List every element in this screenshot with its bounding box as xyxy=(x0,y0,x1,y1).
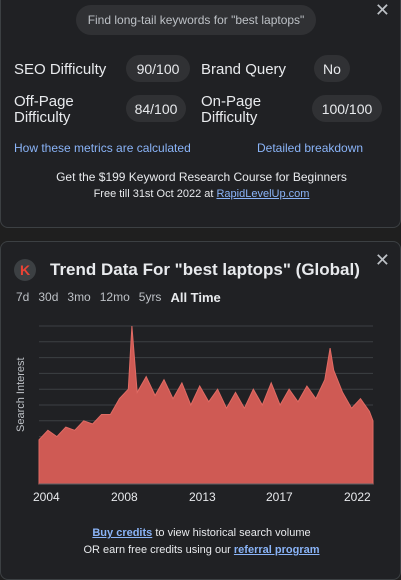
range-12mo[interactable]: 12mo xyxy=(100,290,130,305)
on-page-difficulty-label: On-Page Difficulty xyxy=(201,94,261,126)
range-all-time[interactable]: All Time xyxy=(170,290,220,305)
keyword-metrics-panel: ✕ Find long-tail keywords for "best lapt… xyxy=(0,0,401,228)
off-page-label-line2: Difficulty xyxy=(14,109,71,126)
off-page-difficulty-value: 84/100 xyxy=(126,95,186,122)
range-7d[interactable]: 7d xyxy=(16,290,29,305)
promo-line2: Free till 31st Oct 2022 at RapidLevelUp.… xyxy=(1,188,401,200)
brand-query-value: No xyxy=(314,55,350,82)
promo-line1: Get the $199 Keyword Research Course for… xyxy=(56,170,347,184)
x-tick-label: 2004 xyxy=(33,490,60,504)
range-3mo[interactable]: 3mo xyxy=(67,290,90,305)
x-tick-label: 2013 xyxy=(189,490,216,504)
footer-line1: Buy credits to view historical search vo… xyxy=(1,527,401,539)
off-page-difficulty-label: Off-Page Difficulty xyxy=(14,94,74,126)
x-tick-label: 2008 xyxy=(111,490,138,504)
seo-difficulty-value: 90/100 xyxy=(126,55,190,82)
detailed-breakdown-link[interactable]: Detailed breakdown xyxy=(257,141,363,155)
brand-query-label: Brand Query xyxy=(201,61,287,78)
rapidlevelup-link[interactable]: RapidLevelUp.com xyxy=(216,188,309,200)
how-metrics-calculated-link[interactable]: How these metrics are calculated xyxy=(14,141,191,155)
referral-program-link[interactable]: referral program xyxy=(234,544,320,556)
x-tick-label: 2017 xyxy=(266,490,293,504)
buy-credits-link[interactable]: Buy credits xyxy=(92,527,152,539)
search-input[interactable]: Find long-tail keywords for "best laptop… xyxy=(76,5,316,35)
footer-text1: to view historical search volume xyxy=(152,527,311,539)
seo-difficulty-label: SEO Difficulty xyxy=(14,61,107,78)
trend-chart xyxy=(38,325,374,485)
trend-data-panel: ✕ K Trend Data For "best laptops" (Globa… xyxy=(0,241,401,580)
footer-line2: OR earn free credits using our referral … xyxy=(1,544,401,556)
range-30d[interactable]: 30d xyxy=(38,290,58,305)
on-page-label-line1: On-Page xyxy=(201,93,262,110)
on-page-label-line2: Difficulty xyxy=(201,109,258,126)
keywords-everywhere-logo-icon: K xyxy=(14,259,36,281)
off-page-label-line1: Off-Page xyxy=(14,93,74,110)
on-page-difficulty-value: 100/100 xyxy=(312,95,382,122)
x-tick-label: 2022 xyxy=(344,490,371,504)
close-icon[interactable]: ✕ xyxy=(375,251,390,269)
promo-line2-text: Free till 31st Oct 2022 at xyxy=(93,188,217,200)
close-icon[interactable]: ✕ xyxy=(375,1,390,19)
footer-text2: OR earn free credits using our xyxy=(83,544,234,556)
time-range-tabs: 7d 30d 3mo 12mo 5yrs All Time xyxy=(16,290,221,305)
trend-title: Trend Data For "best laptops" (Global) xyxy=(50,260,360,279)
range-5yrs[interactable]: 5yrs xyxy=(139,290,162,305)
